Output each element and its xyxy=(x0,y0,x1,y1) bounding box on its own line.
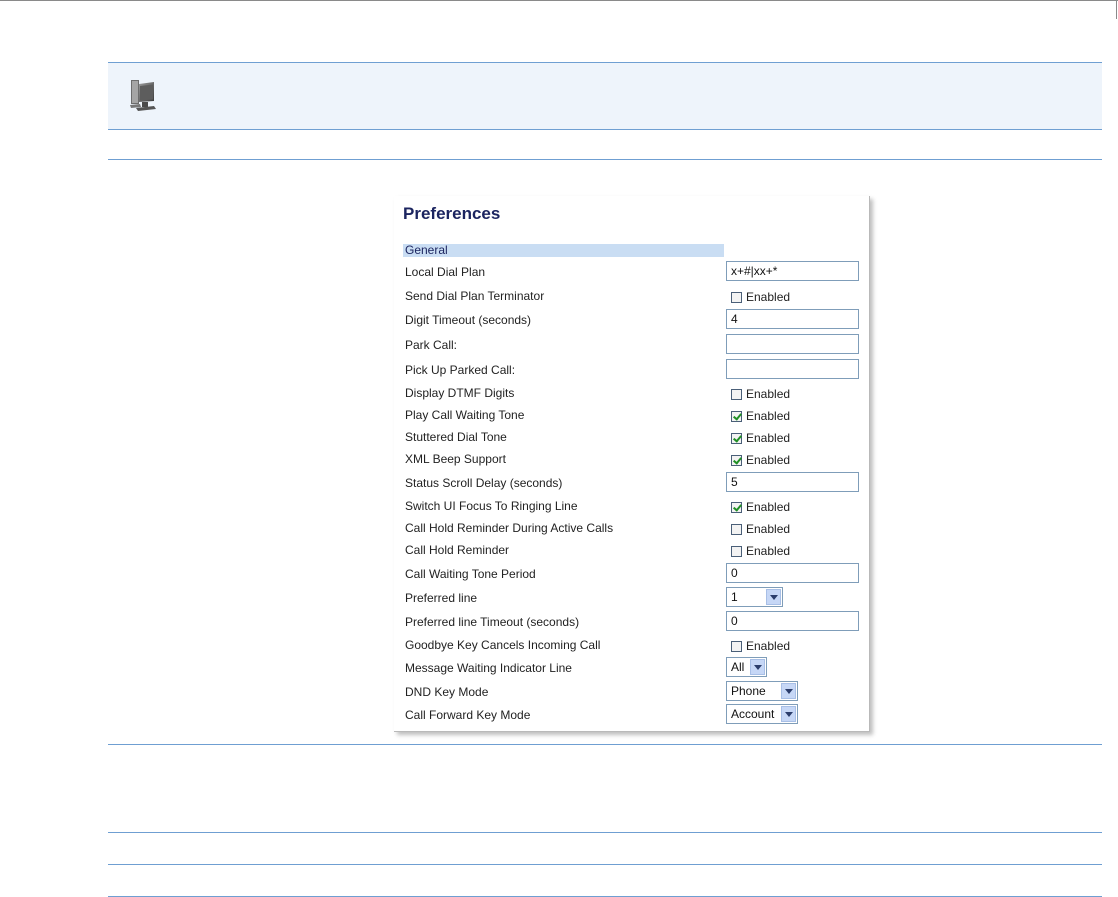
display-dtmf-digits-toggle[interactable]: Enabled xyxy=(731,387,790,401)
checkbox[interactable] xyxy=(731,410,742,422)
call-waiting-tone-period-input[interactable]: 0 xyxy=(726,563,859,583)
computer-monitor-icon xyxy=(130,80,156,111)
preferred-line-timeout-input[interactable]: 0 xyxy=(726,611,859,631)
row-label: XML Beep Support xyxy=(405,452,506,466)
select-value: Account xyxy=(731,707,775,721)
note-banner xyxy=(108,62,1102,130)
row-label: Call Forward Key Mode xyxy=(405,708,531,722)
row-label: Send Dial Plan Terminator xyxy=(405,289,545,303)
checkbox[interactable] xyxy=(731,454,742,466)
call-hold-reminder-toggle[interactable]: Enabled xyxy=(731,544,790,558)
stuttered-dial-tone-toggle[interactable]: Enabled xyxy=(731,431,790,445)
call-hold-reminder-active-toggle[interactable]: Enabled xyxy=(731,522,790,536)
row-label: Call Waiting Tone Period xyxy=(405,567,536,581)
row-label: Stuttered Dial Tone xyxy=(405,430,507,444)
checkbox-label: Enabled xyxy=(746,431,791,445)
rule-line xyxy=(108,832,1102,833)
checkbox-label: Enabled xyxy=(746,387,791,401)
row-label: Goodbye Key Cancels Incoming Call xyxy=(405,638,601,652)
section-header-general: General xyxy=(403,244,724,257)
panel-title: Preferences xyxy=(403,204,501,223)
checkbox-label: Enabled xyxy=(746,290,791,304)
local-dial-plan-input[interactable]: x+#|xx+* xyxy=(726,261,859,281)
dnd-key-mode-select[interactable]: Phone xyxy=(726,681,798,701)
call-forward-key-mode-select[interactable]: Account xyxy=(726,704,798,724)
checkbox-label: Enabled xyxy=(746,544,791,558)
checkbox[interactable] xyxy=(731,501,742,513)
checkbox[interactable] xyxy=(731,545,742,557)
play-call-waiting-tone-toggle[interactable]: Enabled xyxy=(731,409,790,423)
goodbye-key-cancels-toggle[interactable]: Enabled xyxy=(731,639,790,653)
switch-ui-focus-toggle[interactable]: Enabled xyxy=(731,500,790,514)
checkbox-label: Enabled xyxy=(746,453,791,467)
row-label: Status Scroll Delay (seconds) xyxy=(405,476,563,490)
checkbox[interactable] xyxy=(731,523,742,535)
row-label: Call Hold Reminder During Active Calls xyxy=(405,521,614,535)
checkbox-label: Enabled xyxy=(746,409,791,423)
select-value: All xyxy=(731,660,745,674)
row-label: Digit Timeout (seconds) xyxy=(405,313,532,327)
checkbox[interactable] xyxy=(731,640,742,652)
digit-timeout-input[interactable]: 4 xyxy=(726,309,859,329)
row-label: Park Call: xyxy=(405,338,458,352)
row-label: Pick Up Parked Call: xyxy=(405,363,516,377)
select-value: Phone xyxy=(731,684,766,698)
rule-line xyxy=(108,744,1102,745)
row-label: Switch UI Focus To Ringing Line xyxy=(405,499,578,513)
pick-up-parked-call-input[interactable] xyxy=(726,359,859,379)
dropdown-arrow-icon[interactable] xyxy=(781,706,796,722)
checkbox[interactable] xyxy=(731,291,742,303)
row-label: Display DTMF Digits xyxy=(405,386,515,400)
row-label: DND Key Mode xyxy=(405,685,489,699)
dropdown-arrow-icon[interactable] xyxy=(781,683,796,699)
checkbox[interactable] xyxy=(731,388,742,400)
xml-beep-support-toggle[interactable]: Enabled xyxy=(731,453,790,467)
rule-line xyxy=(108,159,1102,160)
checkbox[interactable] xyxy=(731,432,742,444)
row-label: Call Hold Reminder xyxy=(405,543,510,557)
dropdown-arrow-icon[interactable] xyxy=(750,659,765,675)
send-dial-plan-terminator-toggle[interactable]: Enabled xyxy=(731,290,790,304)
top-rule xyxy=(0,0,1118,1)
checkbox-label: Enabled xyxy=(746,522,791,536)
park-call-input[interactable] xyxy=(726,334,859,354)
row-label: Message Waiting Indicator Line xyxy=(405,661,572,675)
row-label: Play Call Waiting Tone xyxy=(405,408,525,422)
checkbox-label: Enabled xyxy=(746,639,791,653)
status-scroll-delay-input[interactable]: 5 xyxy=(726,472,859,492)
rule-line xyxy=(108,864,1102,865)
preferences-panel: Preferences General Local Dial Plan x+#|… xyxy=(394,196,870,732)
preferred-line-select[interactable]: 1 xyxy=(726,587,783,607)
row-label: Preferred line xyxy=(405,591,478,605)
mwi-line-select[interactable]: All xyxy=(726,657,767,677)
checkbox-label: Enabled xyxy=(746,500,791,514)
top-corner-tick xyxy=(1116,0,1117,19)
row-label: Preferred line Timeout (seconds) xyxy=(405,615,580,629)
row-label: Local Dial Plan xyxy=(405,265,486,279)
select-value: 1 xyxy=(731,590,738,604)
dropdown-arrow-icon[interactable] xyxy=(766,589,781,605)
